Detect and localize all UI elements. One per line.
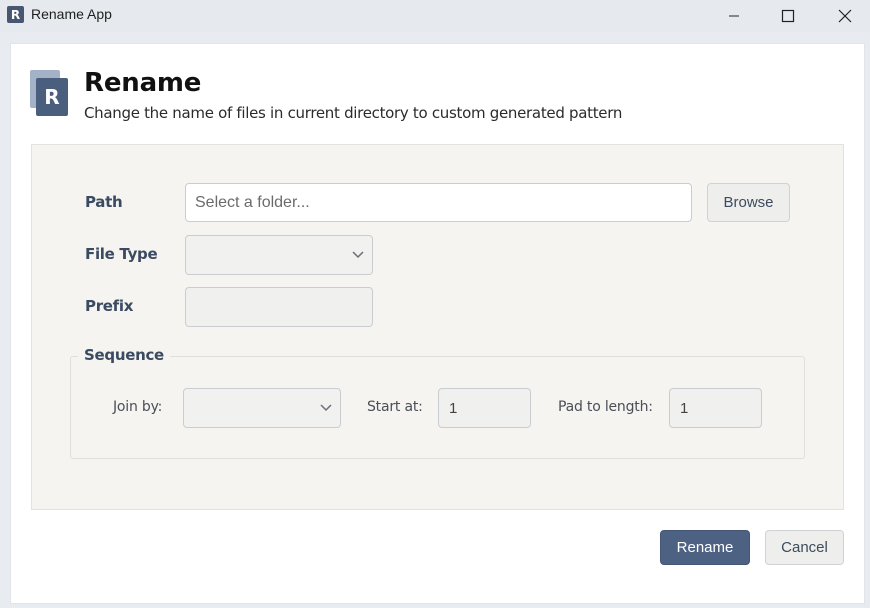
close-icon — [838, 9, 852, 23]
page-subtitle: Change the name of files in current dire… — [84, 104, 623, 122]
cancel-button[interactable]: Cancel — [765, 530, 844, 565]
logo: R — [30, 70, 70, 118]
prefix-input[interactable] — [185, 287, 373, 327]
pad-length-label: Pad to length: — [558, 399, 653, 415]
chevron-down-icon — [352, 251, 364, 259]
maximize-button[interactable] — [765, 0, 811, 32]
path-label: Path — [85, 193, 123, 211]
logo-letter: R — [44, 85, 60, 109]
title-bar: R Rename App — [0, 0, 870, 32]
window-title: Rename App — [31, 6, 112, 22]
minimize-icon — [729, 15, 739, 17]
rename-button[interactable]: Rename — [660, 530, 750, 565]
minimize-button[interactable] — [711, 0, 757, 32]
join-by-label: Join by: — [113, 399, 163, 415]
app-icon: R — [7, 6, 24, 23]
sequence-legend: Sequence — [78, 346, 170, 364]
pad-length-input[interactable]: 1 — [669, 388, 762, 428]
prefix-label: Prefix — [85, 297, 134, 315]
maximize-icon — [781, 9, 795, 23]
file-type-label: File Type — [85, 245, 158, 263]
file-type-select[interactable] — [185, 235, 373, 275]
join-by-select[interactable] — [183, 388, 341, 428]
start-at-input[interactable]: 1 — [438, 388, 531, 428]
app-icon-letter: R — [10, 7, 21, 22]
page-title: Rename — [84, 68, 202, 98]
browse-button[interactable]: Browse — [707, 183, 790, 222]
close-button[interactable] — [822, 0, 868, 32]
chevron-down-icon — [320, 404, 332, 412]
path-placeholder: Select a folder... — [195, 193, 310, 211]
start-at-label: Start at: — [367, 399, 423, 415]
path-input[interactable]: Select a folder... — [185, 183, 692, 222]
logo-front-shape: R — [36, 78, 68, 116]
